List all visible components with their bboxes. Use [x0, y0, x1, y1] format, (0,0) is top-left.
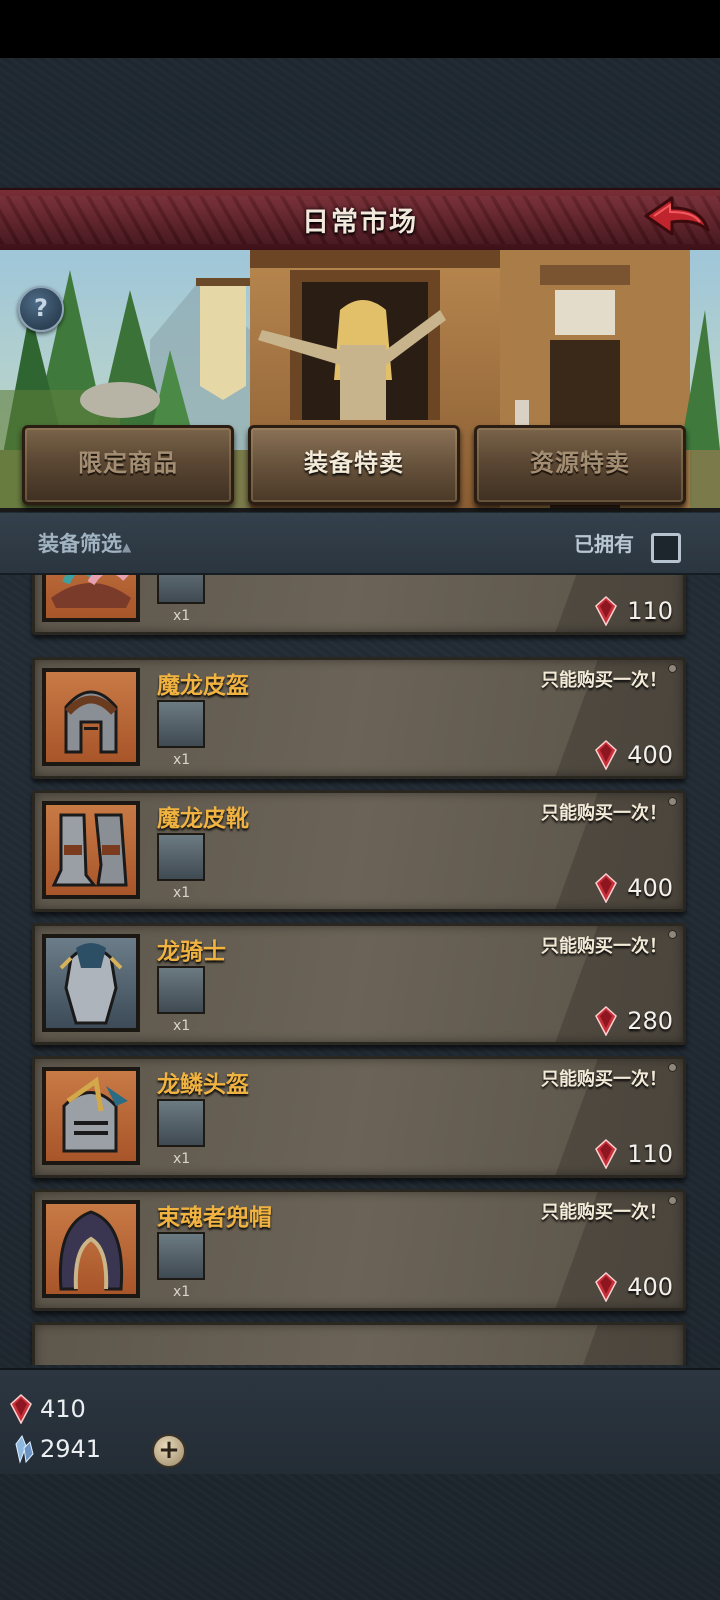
- rivet: [668, 797, 677, 806]
- owned-checkbox[interactable]: [651, 533, 681, 563]
- ruby-icon: [595, 740, 618, 770]
- plus-icon: +: [158, 1435, 180, 1465]
- tab-resource-sale[interactable]: 资源特卖: [474, 425, 686, 505]
- item-price[interactable]: 110: [595, 1139, 673, 1169]
- shop-item-card[interactable]: 魔龙皮靴 只能购买一次！ x1 400: [32, 790, 686, 912]
- item-quantity: x1: [173, 752, 191, 768]
- item-name: 魔龙皮盔: [157, 673, 249, 699]
- price-value: 400: [627, 1273, 673, 1301]
- item-thumbnail: [157, 833, 205, 881]
- resource-bar: [0, 1368, 720, 1474]
- crystal-amount: 2941: [40, 1435, 102, 1463]
- item-portrait: [42, 1200, 140, 1298]
- ruby-icon: [595, 1006, 618, 1036]
- item-quantity: x1: [173, 1018, 191, 1034]
- tab-equipment-sale[interactable]: 装备特卖: [248, 425, 460, 505]
- item-price[interactable]: 110: [595, 596, 673, 626]
- back-arrow-icon: [644, 196, 710, 236]
- shop-item-card[interactable]: 束魂者兜帽 只能购买一次！ x1 400: [32, 1189, 686, 1311]
- shop-item-card[interactable]: 魔龙皮盔 只能购买一次！ x1 400: [32, 657, 686, 779]
- rivet: [668, 664, 677, 673]
- item-portrait: [42, 1067, 140, 1165]
- ruby-icon: [595, 596, 618, 626]
- dragon-helmet-icon: [62, 1076, 128, 1153]
- ruby-icon: [595, 873, 618, 903]
- filter-label: 装备筛选: [38, 532, 122, 556]
- back-button[interactable]: [642, 192, 712, 244]
- item-quantity: x1: [173, 1284, 191, 1300]
- price-value: 110: [627, 597, 673, 625]
- boots-icon: [51, 813, 128, 887]
- helmet-icon: [64, 690, 118, 754]
- item-thumbnail: [157, 700, 205, 748]
- shop-item-card[interactable]: x1 110: [32, 575, 686, 635]
- crystal-icon: [15, 1434, 34, 1464]
- item-name: 魔龙皮靴: [157, 806, 249, 832]
- dragon-knight-icon: [59, 943, 123, 1025]
- rivet: [668, 1196, 677, 1205]
- item-price[interactable]: 400: [595, 873, 673, 903]
- item-price[interactable]: 400: [595, 1272, 673, 1302]
- item-quantity: x1: [173, 885, 191, 901]
- add-crystals-button[interactable]: +: [152, 1434, 186, 1468]
- price-value: 400: [627, 874, 673, 902]
- item-quantity: x1: [173, 1151, 191, 1167]
- rivet: [668, 930, 677, 939]
- item-thumbnail: [157, 966, 205, 1014]
- price-value: 280: [627, 1007, 673, 1035]
- tab-limited-items[interactable]: 限定商品: [22, 425, 234, 505]
- crystal-balance: 2941: [10, 1434, 101, 1464]
- ruby-icon: [10, 1394, 32, 1424]
- hood-icon: [58, 1210, 124, 1291]
- rivet: [668, 1063, 677, 1072]
- shop-item-card[interactable]: 龙骑士 只能购买一次！ x1 280: [32, 923, 686, 1045]
- purchase-limit: 只能购买一次！: [541, 670, 667, 691]
- item-price[interactable]: 400: [595, 740, 673, 770]
- ruby-amount: 410: [40, 1395, 86, 1423]
- feathered-hat-icon: [51, 575, 131, 608]
- item-thumbnail: [157, 575, 205, 604]
- item-portrait: [42, 801, 140, 899]
- item-name: 束魂者兜帽: [157, 1205, 272, 1231]
- shop-item-card[interactable]: [32, 1322, 686, 1365]
- question-mark-icon: ?: [34, 294, 48, 322]
- owned-label: 已拥有: [574, 532, 634, 556]
- item-thumbnail: [157, 1099, 205, 1147]
- item-name: 龙骑士: [157, 939, 226, 965]
- ruby-icon: [595, 1139, 618, 1169]
- page-title: 日常市场: [302, 207, 418, 238]
- item-price[interactable]: 280: [595, 1006, 673, 1036]
- help-button[interactable]: ?: [18, 286, 64, 332]
- equipment-filter[interactable]: 装备筛选▲: [38, 528, 131, 558]
- item-portrait: [42, 668, 140, 766]
- item-list[interactable]: x1 110 魔龙皮盔 只能购买一次！ x1 400 魔龙皮靴 只能购买一次！ …: [0, 575, 720, 1365]
- purchase-limit: 只能购买一次！: [541, 936, 667, 957]
- item-quantity: x1: [173, 608, 191, 624]
- purchase-limit: 只能购买一次！: [541, 1069, 667, 1090]
- item-thumbnail: [157, 1232, 205, 1280]
- purchase-limit: 只能购买一次！: [541, 1202, 667, 1223]
- ruby-balance: 410: [10, 1394, 86, 1424]
- ruby-icon: [595, 1272, 618, 1302]
- item-portrait: [42, 934, 140, 1032]
- purchase-limit: 只能购买一次！: [541, 803, 667, 824]
- item-portrait: [42, 575, 140, 622]
- shop-item-card[interactable]: 龙鳞头盔 只能购买一次！ x1 110: [32, 1056, 686, 1178]
- sort-arrow-icon: ▲: [122, 540, 132, 554]
- price-value: 110: [627, 1140, 673, 1168]
- item-name: 龙鳞头盔: [157, 1072, 249, 1098]
- price-value: 400: [627, 741, 673, 769]
